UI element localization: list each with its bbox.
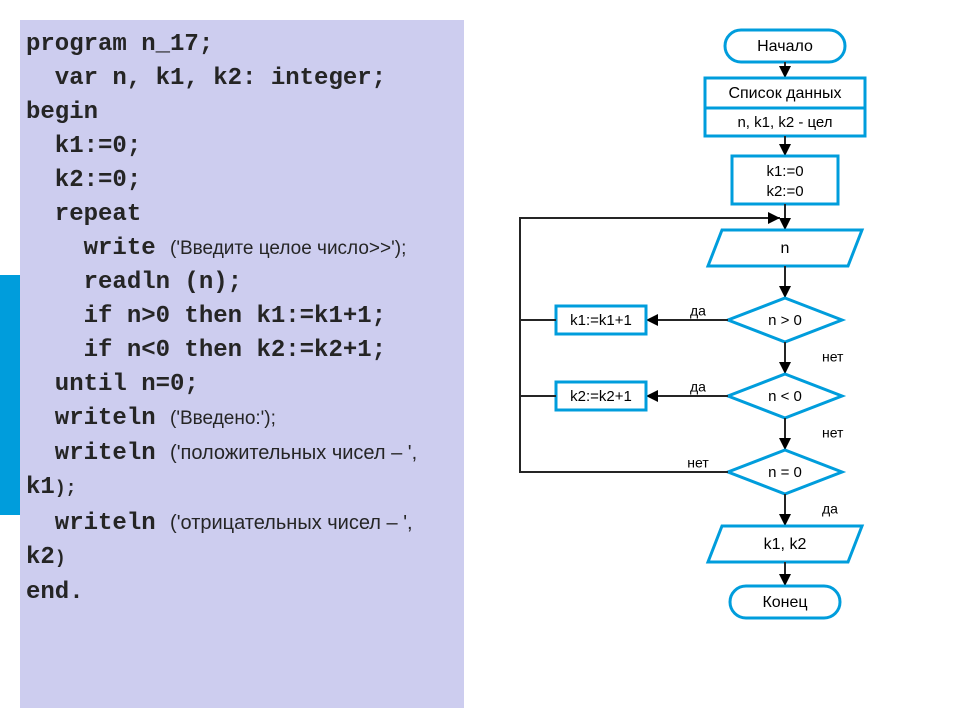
decision1-label: n > 0	[768, 312, 802, 329]
no-label-1: нет	[822, 349, 844, 365]
code-line: program n_17;	[26, 28, 458, 62]
code-line: if n>0 then k1:=k1+1;	[26, 300, 458, 334]
code-panel: program n_17; var n, k1, k2: integer; be…	[20, 20, 464, 708]
code-line: writeln ('Введено:');	[26, 402, 458, 436]
no-label-2: нет	[822, 425, 844, 441]
data-vars: n, k1, k2 - цел	[737, 114, 832, 131]
process-k1-label: k1:=k1+1	[570, 312, 632, 329]
code-line: k2)	[26, 541, 458, 576]
code-line: k2:=0;	[26, 164, 458, 198]
flowchart: Начало Список данных n, k1, k2 - цел k1:…	[470, 20, 960, 720]
input-n-label: n	[781, 240, 790, 257]
code-line: until n=0;	[26, 368, 458, 402]
code-line: if n<0 then k2:=k2+1;	[26, 334, 458, 368]
output-label: k1, k2	[764, 536, 807, 553]
data-title: Список данных	[728, 85, 841, 102]
init-line2: k2:=0	[766, 183, 803, 200]
code-line: var n, k1, k2: integer;	[26, 62, 458, 96]
code-line: write ('Введите целое число>>');	[26, 232, 458, 266]
code-line: writeln ('положительных чисел – ',	[26, 436, 458, 471]
accent-sidebar	[0, 275, 20, 515]
init-line1: k1:=0	[766, 163, 803, 180]
no-label-3: нет	[687, 455, 709, 471]
code-line: repeat	[26, 198, 458, 232]
yes-label-3: да	[822, 501, 838, 517]
code-line: readln (n);	[26, 266, 458, 300]
process-k2-label: k2:=k2+1	[570, 388, 632, 405]
end-label: Конец	[762, 594, 807, 611]
decision2-label: n < 0	[768, 388, 802, 405]
decision3-label: n = 0	[768, 464, 802, 481]
code-line: writeln ('отрицательных чисел – ',	[26, 506, 458, 541]
yes-label-2: да	[690, 379, 706, 395]
code-line: end.	[26, 576, 458, 610]
code-line: k1:=0;	[26, 130, 458, 164]
start-label: Начало	[757, 38, 813, 55]
code-line: k1);	[26, 471, 458, 506]
yes-label-1: да	[690, 303, 706, 319]
code-line: begin	[26, 96, 458, 130]
